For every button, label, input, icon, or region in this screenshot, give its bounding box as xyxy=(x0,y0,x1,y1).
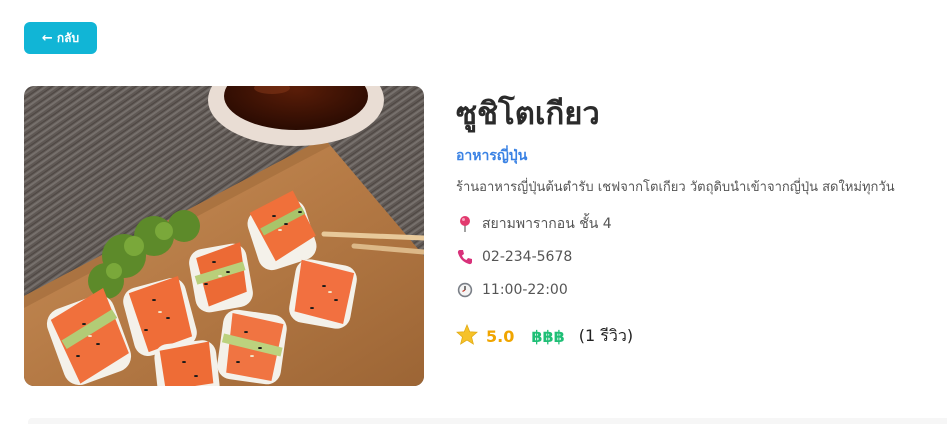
back-button-label: กลับ xyxy=(56,30,80,45)
phone-row: 02-234-5678 xyxy=(456,246,936,268)
price-level: ฿฿฿ xyxy=(531,326,565,346)
restaurant-info: ซูชิโตเกียว อาหารญี่ปุ่น ร้านอาหารญี่ปุ่… xyxy=(456,92,936,349)
restaurant-name: ซูชิโตเกียว xyxy=(456,96,600,132)
arrow-left-icon: ← xyxy=(41,30,53,46)
phone-text: 02-234-5678 xyxy=(482,249,573,265)
restaurant-description: ร้านอาหารญี่ปุ่นต้นตำรับ เชฟจากโตเกียว ว… xyxy=(456,180,895,195)
restaurant-image xyxy=(24,86,424,386)
rating-value: 5.0 xyxy=(486,326,515,346)
star-icon xyxy=(456,323,478,349)
reviews-section-edge xyxy=(28,418,947,424)
back-button[interactable]: ← กลับ xyxy=(24,22,97,54)
restaurant-detail-page: ← กลับ ซูชิโตเกียว อาหารญี่ปุ่น ร้านอาหา… xyxy=(0,0,947,424)
location-text: สยามพารากอน ชั้น 4 xyxy=(482,216,612,232)
hours-row: 11:00-22:00 xyxy=(456,279,936,301)
phone-icon xyxy=(456,248,474,266)
location-row: สยามพารากอน ชั้น 4 xyxy=(456,213,936,235)
pin-icon xyxy=(456,215,474,233)
review-count[interactable]: (1 รีวิว) xyxy=(579,324,633,349)
restaurant-category: อาหารญี่ปุ่น xyxy=(456,148,528,164)
rating-row: 5.0 ฿฿฿ (1 รีวิว) xyxy=(456,323,936,349)
clock-icon xyxy=(456,281,474,299)
hours-text: 11:00-22:00 xyxy=(482,282,568,298)
